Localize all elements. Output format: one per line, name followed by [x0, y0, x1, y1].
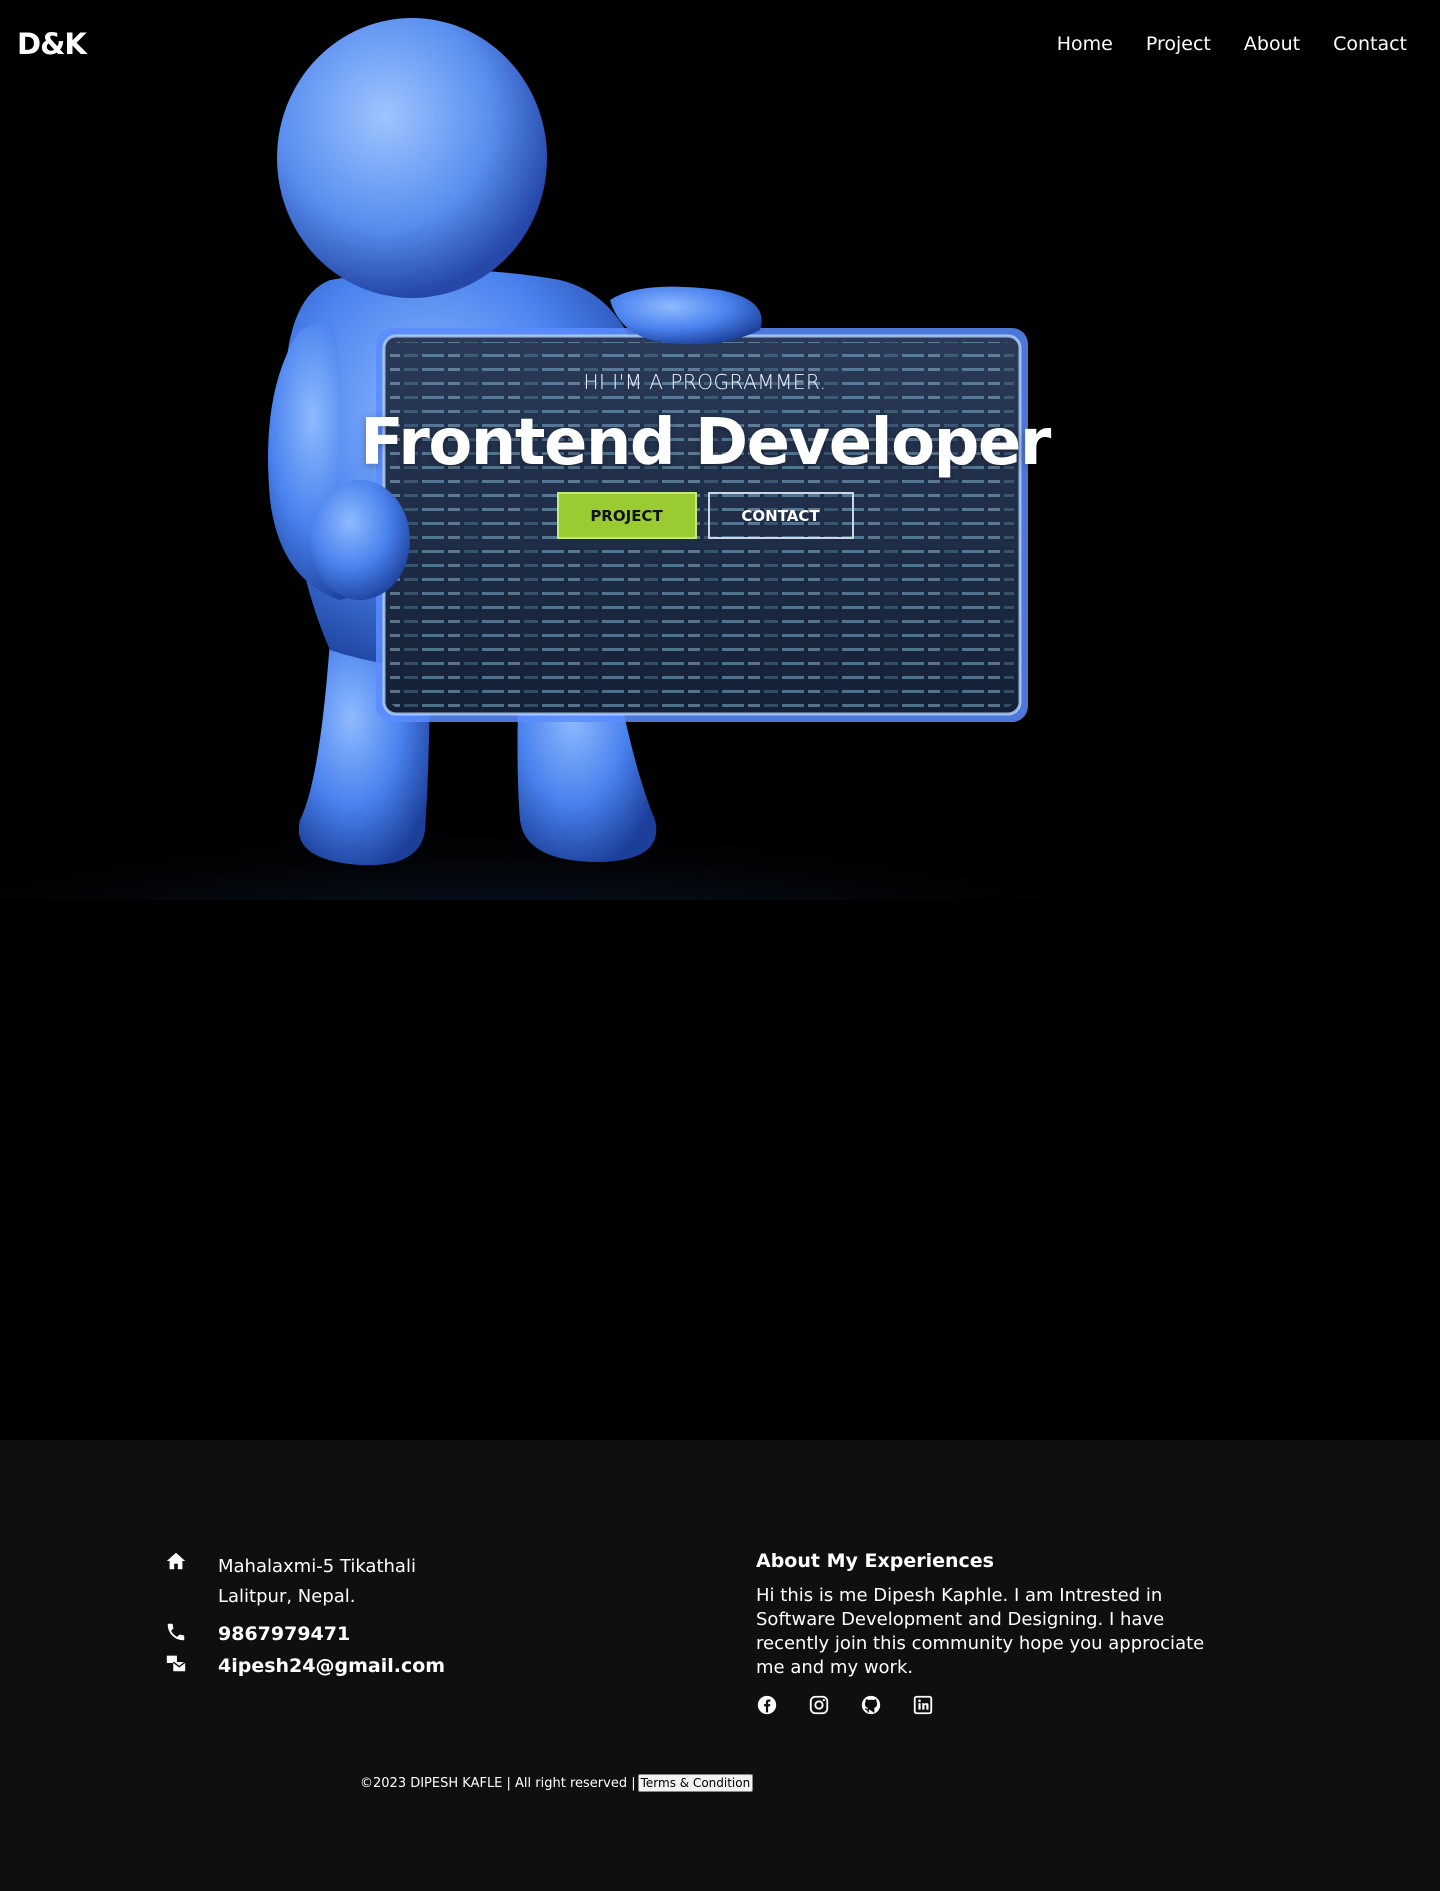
email-row: 4ipesh24@gmail.com [165, 1655, 445, 1677]
nav-links: Home Project About Contact [1057, 33, 1407, 55]
hero-content: HI I'M A PROGRAMMER. Frontend Developer … [0, 370, 1297, 539]
address-row: Mahalaxmi-5 Tikathali Lalitpur, Nepal. [165, 1552, 445, 1612]
navbar: D&K Home Project About Contact [0, 0, 1440, 90]
hero-buttons: PROJECT CONTACT [0, 492, 1297, 539]
nav-link-home[interactable]: Home [1057, 33, 1113, 55]
hero-title: Frontend Developer [360, 406, 1051, 480]
hero-subtitle: HI I'M A PROGRAMMER. [583, 370, 827, 394]
copyright-bar: ©2023 DIPESH KAFLE | All right reserved … [360, 1774, 754, 1792]
hero-section: HI I'M A PROGRAMMER. Frontend Developer … [0, 0, 1297, 900]
facebook-icon[interactable] [756, 1694, 778, 1716]
nav-link-contact[interactable]: Contact [1333, 33, 1407, 55]
nav-link-project[interactable]: Project [1146, 33, 1211, 55]
contact-info: Mahalaxmi-5 Tikathali Lalitpur, Nepal. 9… [165, 1552, 445, 1677]
email-address[interactable]: 4ipesh24@gmail.com [218, 1655, 445, 1677]
address-line-1: Mahalaxmi-5 Tikathali [218, 1556, 416, 1577]
phone-icon [167, 1623, 185, 1641]
github-icon[interactable] [860, 1694, 882, 1716]
footer: Mahalaxmi-5 Tikathali Lalitpur, Nepal. 9… [0, 1440, 1440, 1891]
phone-number[interactable]: 9867979471 [218, 1623, 445, 1645]
site-logo[interactable]: D&K [17, 27, 87, 61]
linkedin-icon[interactable] [912, 1694, 934, 1716]
mail-bulk-icon [166, 1655, 186, 1672]
nav-link-about[interactable]: About [1244, 33, 1300, 55]
address-line-2: Lalitpur, Nepal. [218, 1586, 356, 1607]
terms-button[interactable]: Terms & Condition [637, 1774, 754, 1792]
social-links [756, 1694, 1226, 1716]
contact-button[interactable]: CONTACT [707, 492, 854, 539]
home-icon [166, 1552, 186, 1570]
about-title: About My Experiences [756, 1550, 994, 1572]
copyright-text: ©2023 DIPESH KAFLE | All right reserved … [360, 1775, 636, 1791]
about-text: Hi this is me Dipesh Kaphle. I am Intres… [756, 1585, 1205, 1678]
about-block: About My Experiences Hi this is me Dipes… [756, 1550, 1226, 1716]
instagram-icon[interactable] [808, 1694, 830, 1716]
project-button[interactable]: PROJECT [556, 492, 697, 539]
phone-row: 9867979471 [165, 1623, 445, 1645]
